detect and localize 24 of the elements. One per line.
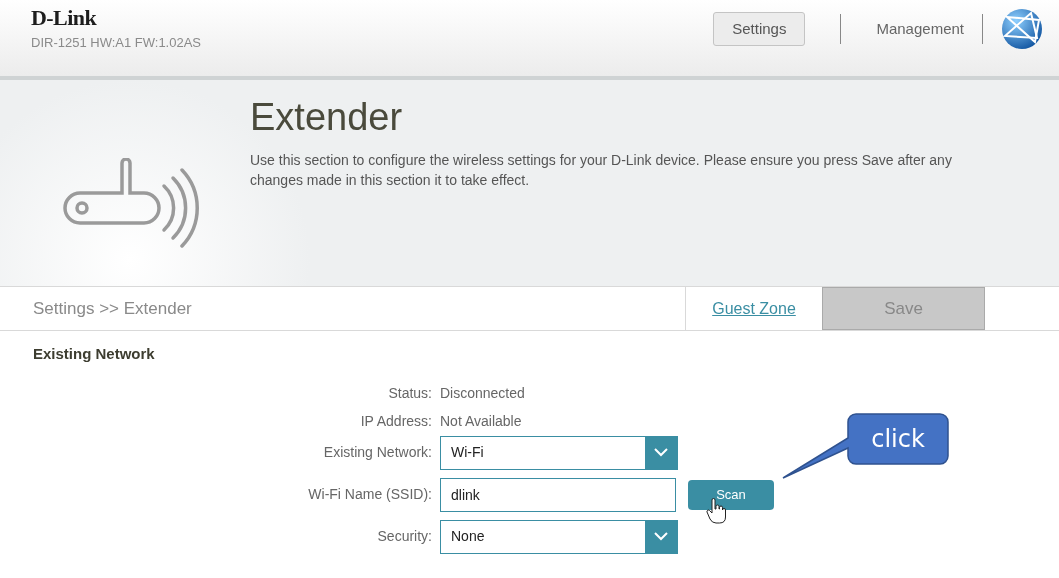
field-value: Not Available bbox=[440, 412, 522, 431]
logo: D-Link bbox=[31, 7, 98, 29]
field-label: Existing Network: bbox=[323, 443, 432, 462]
field-label: IP Address: bbox=[360, 412, 432, 431]
chevron-down-icon bbox=[654, 448, 668, 457]
scan-button[interactable]: Scan bbox=[688, 479, 774, 510]
breadcrumb: Settings >> Extender bbox=[32, 297, 193, 320]
ssid-field[interactable]: dlink bbox=[440, 477, 676, 512]
callout: click bbox=[780, 412, 952, 482]
field-value: Disconnected bbox=[440, 384, 525, 403]
field-label: Wi-Fi Name (SSID): bbox=[308, 485, 432, 504]
chevron-down-icon bbox=[654, 532, 668, 541]
field-label: Security: bbox=[377, 527, 432, 546]
globe-icon bbox=[1001, 8, 1043, 50]
dropdown[interactable]: Wi-Fi bbox=[440, 435, 678, 470]
hand-cursor-icon bbox=[706, 497, 726, 524]
dropdown[interactable]: None bbox=[440, 519, 678, 554]
nav-tab[interactable]: Management bbox=[876, 12, 964, 46]
page-title: Extender bbox=[250, 95, 404, 140]
section-title: Existing Network bbox=[33, 344, 156, 364]
device-info: DIR-1251 HW:A1 FW:1.02AS bbox=[31, 34, 202, 52]
nav-tab[interactable]: Settings bbox=[713, 12, 806, 46]
page-description: Use this section to configure the wireless settings for your D-Link device. Please ensure you press Save after any changes made in this section it to take effect. bbox=[250, 151, 953, 190]
field-label: Status: bbox=[388, 384, 432, 403]
